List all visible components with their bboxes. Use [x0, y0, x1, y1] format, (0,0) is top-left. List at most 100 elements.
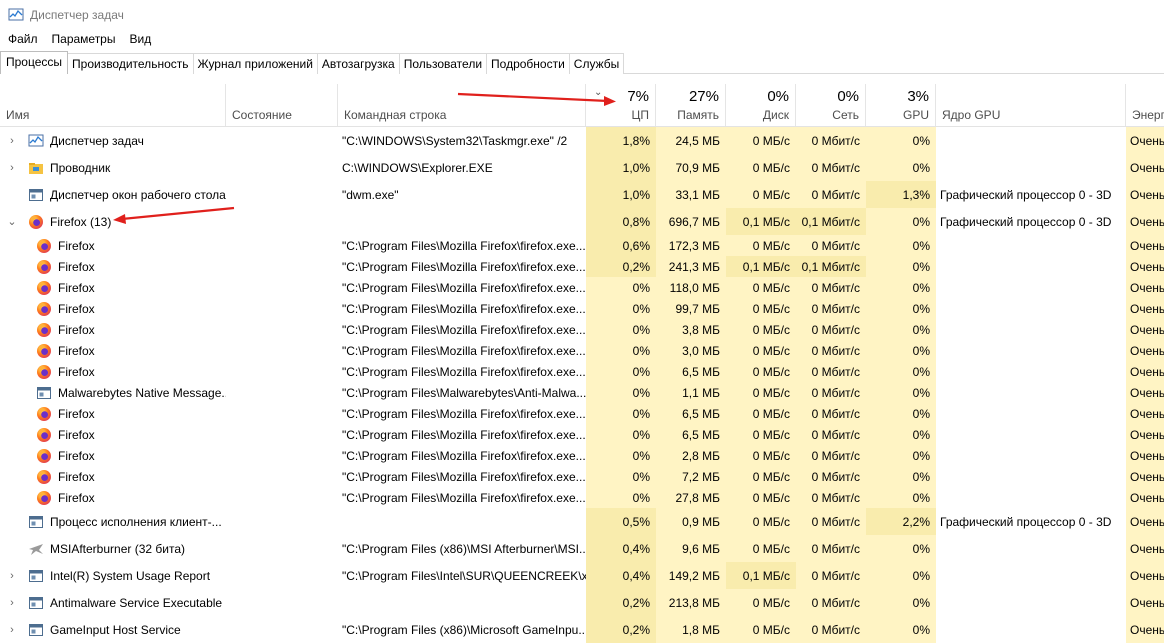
process-gpu: 0%: [866, 340, 936, 361]
menu-options[interactable]: Параметры: [45, 30, 123, 48]
process-memory: 9,6 МБ: [656, 535, 726, 562]
header-name[interactable]: Имя: [0, 84, 226, 126]
process-memory: 24,5 МБ: [656, 127, 726, 154]
process-row[interactable]: Диспетчер окон рабочего стола "dwm.exe" 1,…: [0, 181, 1164, 208]
process-name: Firefox: [58, 238, 95, 253]
process-network: 0,1 Мбит/с: [796, 208, 866, 235]
process-name: MSIAfterburner (32 бита): [50, 541, 185, 556]
firefox-icon: [37, 280, 51, 295]
process-state: [226, 424, 338, 445]
expand-chevron-icon[interactable]: ›: [7, 624, 17, 636]
process-row[interactable]: Firefox "C:\Program Files\Mozilla Firefox…: [0, 424, 1164, 445]
process-row[interactable]: › Диспетчер задач "C:\WINDOWS\System32\Tas…: [0, 127, 1164, 154]
process-name: Процесс исполнения клиент-...: [50, 514, 222, 529]
title-bar: Диспетчер задач: [0, 0, 1164, 30]
process-gpu-engine: [936, 382, 1126, 403]
expand-chevron-icon[interactable]: ›: [7, 570, 17, 582]
process-row[interactable]: Firefox "C:\Program Files\Mozilla Firefox…: [0, 319, 1164, 340]
process-state: [226, 235, 338, 256]
process-command-line: "C:\Program Files\Mozilla Firefox\firefo…: [342, 301, 586, 316]
process-row[interactable]: Firefox "C:\Program Files\Mozilla Firefox…: [0, 487, 1164, 508]
process-row[interactable]: › Intel(R) System Usage Report "C:\Program…: [0, 562, 1164, 589]
process-network: 0 Мбит/с: [796, 127, 866, 154]
process-row[interactable]: Firefox "C:\Program Files\Mozilla Firefox…: [0, 340, 1164, 361]
process-command-line: "C:\Program Files\Mozilla Firefox\firefo…: [342, 469, 586, 484]
process-network: 0 Мбит/с: [796, 445, 866, 466]
firefox-icon: [37, 238, 51, 253]
process-gpu: 0%: [866, 361, 936, 382]
firefox-icon: [37, 364, 51, 379]
process-state: [226, 508, 338, 535]
header-network[interactable]: 0% Сеть: [796, 84, 866, 126]
process-row[interactable]: Firefox "C:\Program Files\Mozilla Firefox…: [0, 277, 1164, 298]
process-state: [226, 181, 338, 208]
process-list: › Диспетчер задач "C:\WINDOWS\System32\Tas…: [0, 127, 1164, 643]
process-row[interactable]: Firefox "C:\Program Files\Mozilla Firefox…: [0, 361, 1164, 382]
process-row[interactable]: Malwarebytes Native Message... "C:\Progra…: [0, 382, 1164, 403]
tab-app-history[interactable]: Журнал приложений: [192, 53, 318, 74]
process-row[interactable]: Firefox "C:\Program Files\Mozilla Firefox…: [0, 403, 1164, 424]
process-network: 0 Мбит/с: [796, 466, 866, 487]
process-command-line: "C:\Program Files\Mozilla Firefox\firefo…: [342, 364, 586, 379]
firefox-icon: [37, 490, 51, 505]
process-row[interactable]: › Проводник C:\WINDOWS\Explorer.EXE 1,0% 70,…: [0, 154, 1164, 181]
process-disk: 0 МБ/с: [726, 235, 796, 256]
process-row[interactable]: Firefox "C:\Program Files\Mozilla Firefox…: [0, 256, 1164, 277]
process-name-cell: › Intel(R) System Usage Report: [0, 562, 226, 589]
process-row[interactable]: › GameInput Host Service "C:\Program Files…: [0, 616, 1164, 643]
process-row[interactable]: ⌄ Firefox (13) 0,8% 696,7 МБ 0,1 МБ/с 0,1 Мби…: [0, 208, 1164, 235]
process-gpu: 0%: [866, 589, 936, 616]
process-row[interactable]: Firefox "C:\Program Files\Mozilla Firefox…: [0, 235, 1164, 256]
window-icon: [29, 569, 43, 582]
expand-chevron-icon[interactable]: ›: [7, 162, 17, 174]
process-command-line: [338, 589, 586, 616]
header-memory[interactable]: 27% Память: [656, 84, 726, 126]
header-memory-label: Память: [677, 108, 719, 122]
collapse-chevron-icon[interactable]: ⌄: [7, 215, 17, 228]
process-state: [226, 208, 338, 235]
process-power-usage: Очень: [1126, 319, 1164, 340]
menu-file[interactable]: Файл: [0, 30, 45, 48]
expand-chevron-icon[interactable]: ›: [7, 597, 17, 609]
tab-processes[interactable]: Процессы: [0, 51, 69, 74]
process-name-cell: Firefox: [0, 424, 226, 445]
header-disk[interactable]: 0% Диск: [726, 84, 796, 126]
tab-startup[interactable]: Автозагрузка: [316, 53, 400, 74]
column-header: Имя Состояние Командная строка ⌄ 7% ЦП 2…: [0, 84, 1164, 127]
header-state[interactable]: Состояние: [226, 84, 338, 126]
window-icon: [37, 386, 51, 399]
tab-details[interactable]: Подробности: [486, 53, 570, 74]
process-memory: 33,1 МБ: [656, 181, 726, 208]
expand-chevron-icon[interactable]: ›: [7, 135, 17, 147]
process-row[interactable]: MSIAfterburner (32 бита) "C:\Program File…: [0, 535, 1164, 562]
process-disk: 0 МБ/с: [726, 466, 796, 487]
process-command-line: "C:\Program Files (x86)\MSI Afterburner\…: [342, 541, 586, 556]
process-memory: 172,3 МБ: [656, 235, 726, 256]
process-cpu: 0,2%: [586, 589, 656, 616]
tab-services[interactable]: Службы: [568, 53, 625, 74]
header-cmd[interactable]: Командная строка: [338, 84, 586, 126]
tab-performance[interactable]: Производительность: [67, 53, 194, 74]
process-power-usage: Очень: [1126, 508, 1164, 535]
process-disk: 0 МБ/с: [726, 487, 796, 508]
header-gpu-engine[interactable]: Ядро GPU: [936, 84, 1126, 126]
process-row[interactable]: Firefox "C:\Program Files\Mozilla Firefox…: [0, 298, 1164, 319]
process-command-line: "C:\Program Files\Mozilla Firefox\firefo…: [342, 343, 586, 358]
header-power-label: Энерг: [1132, 108, 1164, 122]
process-gpu-engine: [936, 445, 1126, 466]
process-row[interactable]: Firefox "C:\Program Files\Mozilla Firefox…: [0, 445, 1164, 466]
process-command-line: C:\WINDOWS\Explorer.EXE: [342, 160, 493, 175]
process-name: Firefox: [58, 280, 95, 295]
process-row[interactable]: Процесс исполнения клиент-... 0,5% 0,9 МБ 0…: [0, 508, 1164, 535]
header-gpu[interactable]: 3% GPU: [866, 84, 936, 126]
process-name-cell: › Проводник: [0, 154, 226, 181]
header-cpu[interactable]: ⌄ 7% ЦП: [586, 84, 656, 126]
header-power[interactable]: Энерг: [1126, 84, 1164, 126]
process-memory: 213,8 МБ: [656, 589, 726, 616]
process-disk: 0 МБ/с: [726, 616, 796, 643]
tab-users[interactable]: Пользователи: [398, 53, 488, 74]
process-row[interactable]: › Antimalware Service Executable 0,2% 213,8…: [0, 589, 1164, 616]
process-cpu: 0%: [586, 298, 656, 319]
menu-view[interactable]: Вид: [122, 30, 158, 48]
process-row[interactable]: Firefox "C:\Program Files\Mozilla Firefox…: [0, 466, 1164, 487]
